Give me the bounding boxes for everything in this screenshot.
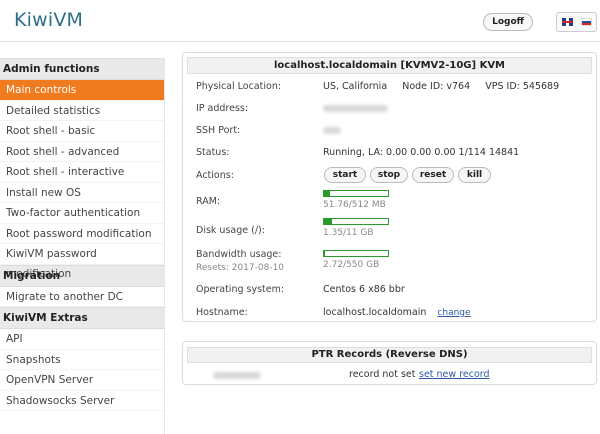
- sidebar-item-api[interactable]: API: [0, 329, 164, 350]
- disk-bar-fill: [324, 219, 332, 224]
- bandwidth-bar-fill: [324, 251, 325, 256]
- sidebar-item-install-os[interactable]: Install new OS: [0, 183, 164, 203]
- ru-flag-icon[interactable]: [581, 18, 592, 26]
- bandwidth-resets: Resets: 2017-08-10: [196, 263, 285, 273]
- bandwidth-bar: [323, 250, 389, 257]
- ram-bar-fill: [324, 191, 331, 196]
- start-button[interactable]: start: [324, 167, 366, 183]
- sidebar-item-root-shell-advanced[interactable]: Root shell - advanced: [0, 142, 164, 162]
- hostname-value: localhost.localdomain change: [323, 307, 471, 318]
- location-label: Physical Location:: [196, 81, 282, 92]
- ssh-value-redacted: [323, 125, 341, 136]
- ip-value-redacted: [323, 103, 388, 114]
- ip-label: IP address:: [196, 103, 249, 114]
- ptr-panel: PTR Records (Reverse DNS) record not set…: [182, 341, 597, 385]
- sidebar-item-two-factor[interactable]: Two-factor authentication: [0, 203, 164, 224]
- bandwidth-label: Bandwidth usage:: [196, 249, 282, 260]
- sidebar-item-detailed-statistics[interactable]: Detailed statistics: [0, 101, 164, 121]
- ptr-title: PTR Records (Reverse DNS): [187, 347, 592, 363]
- sidebar-item-root-shell-interactive[interactable]: Root shell - interactive: [0, 162, 164, 183]
- ram-value: 51.76/512 MB: [323, 200, 386, 210]
- sidebar-item-root-password[interactable]: Root password modification: [0, 224, 164, 244]
- ram-label: RAM:: [196, 196, 221, 207]
- logoff-button[interactable]: Logoff: [483, 13, 533, 31]
- hostname-text: localhost.localdomain: [323, 307, 427, 318]
- stop-button[interactable]: stop: [370, 167, 408, 183]
- vps-title: localhost.localdomain [KVMV2-10G] KVM: [187, 57, 592, 74]
- sidebar-item-main-controls[interactable]: Main controls: [0, 80, 164, 101]
- sidebar-item-openvpn[interactable]: OpenVPN Server: [0, 370, 164, 391]
- language-selector: [556, 12, 597, 32]
- uk-flag-icon[interactable]: [562, 18, 573, 26]
- ram-bar: [323, 190, 389, 197]
- sidebar: Admin functions Main controls Detailed s…: [0, 58, 165, 434]
- kill-button[interactable]: kill: [458, 167, 491, 183]
- disk-label: Disk usage (/):: [196, 225, 265, 236]
- ptr-status: record not set: [349, 369, 416, 380]
- sidebar-item-shadowsocks[interactable]: Shadowsocks Server: [0, 391, 164, 411]
- ssh-label: SSH Port:: [196, 125, 241, 136]
- sidebar-item-root-shell-basic[interactable]: Root shell - basic: [0, 121, 164, 142]
- logo: KiwiVM: [14, 9, 84, 31]
- sidebar-section-admin: Admin functions: [0, 58, 164, 80]
- change-hostname-link[interactable]: change: [437, 308, 470, 318]
- actions-label: Actions:: [196, 170, 234, 181]
- reset-button[interactable]: reset: [412, 167, 454, 183]
- ptr-ip-redacted: [213, 370, 261, 381]
- status-label: Status:: [196, 147, 230, 158]
- disk-value: 1.35/11 GB: [323, 228, 374, 238]
- sidebar-item-kiwivm-password[interactable]: KiwiVM password modification: [0, 244, 164, 280]
- disk-bar: [323, 218, 389, 225]
- sidebar-item-migrate[interactable]: Migrate to another DC: [0, 287, 164, 307]
- hostname-label: Hostname:: [196, 307, 248, 318]
- sidebar-section-extras: KiwiVM Extras: [0, 307, 164, 329]
- status-value: Running, LA: 0.00 0.00 0.00 1/114 14841: [323, 147, 520, 158]
- os-value: Centos 6 x86 bbr: [323, 284, 405, 295]
- top-bar: KiwiVM Logoff: [0, 0, 600, 42]
- bandwidth-value: 2.72/550 GB: [323, 260, 380, 270]
- location-value: US, California Node ID: v764 VPS ID: 545…: [323, 81, 560, 92]
- sidebar-item-snapshots[interactable]: Snapshots: [0, 350, 164, 370]
- vps-info-panel: localhost.localdomain [KVMV2-10G] KVM Ph…: [182, 52, 597, 322]
- set-new-record-link[interactable]: set new record: [419, 369, 490, 380]
- sidebar-section-migration: Migration: [0, 264, 164, 287]
- os-label: Operating system:: [196, 284, 285, 295]
